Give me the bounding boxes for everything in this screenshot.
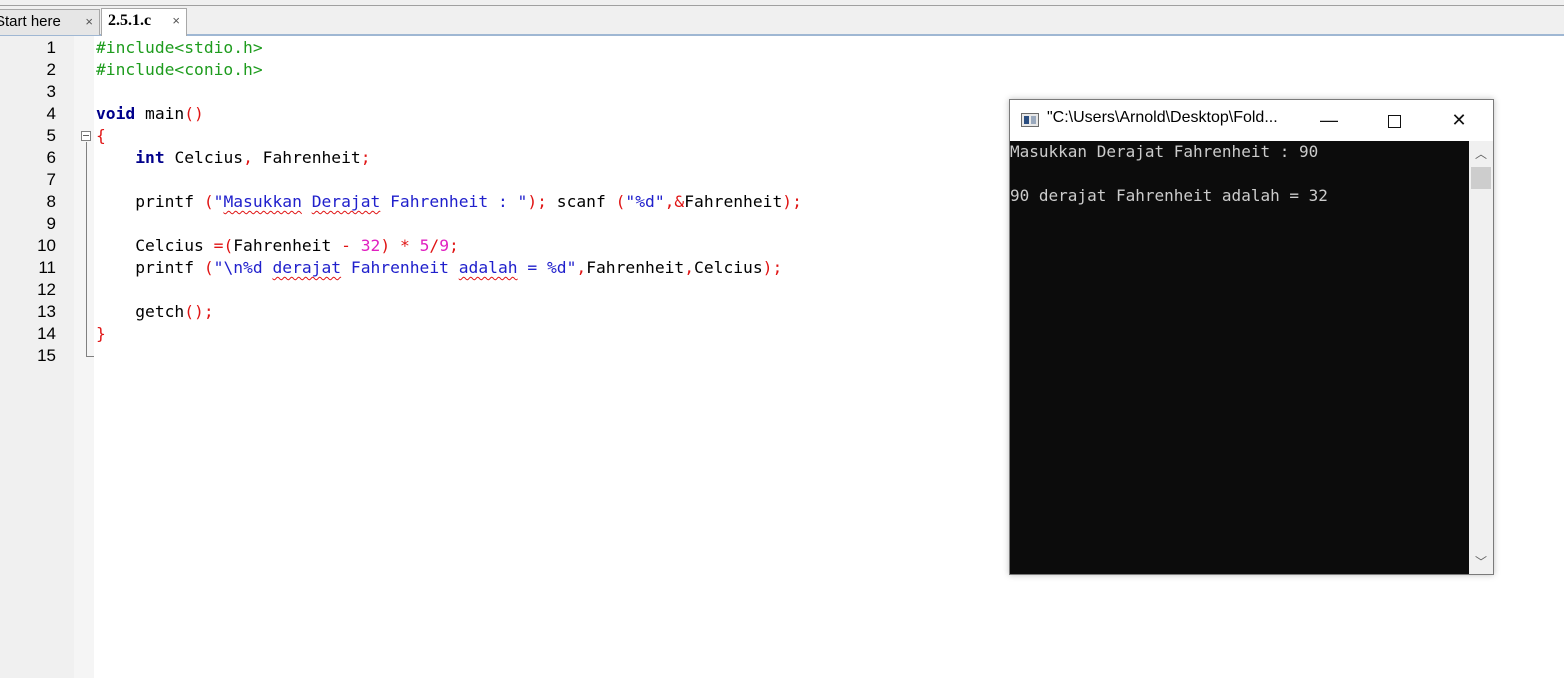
code-line-1: #include<stdio.h> bbox=[96, 38, 263, 57]
line-number: 15 bbox=[37, 346, 56, 365]
line-number: 8 bbox=[46, 192, 56, 211]
console-app-icon[interactable] bbox=[1021, 113, 1039, 127]
maximize-button[interactable] bbox=[1371, 100, 1417, 140]
code-line-4: void main() bbox=[96, 104, 204, 123]
fold-line bbox=[86, 142, 87, 356]
line-number: 13 bbox=[37, 302, 56, 321]
tab-start-here[interactable]: Start here × bbox=[0, 9, 100, 35]
fold-end bbox=[86, 356, 94, 357]
minimize-button[interactable]: — bbox=[1306, 100, 1352, 140]
line-number: 4 bbox=[46, 104, 56, 123]
console-output-line: 90 derajat Fahrenheit adalah = 32 bbox=[1010, 186, 1328, 205]
code-line-5: { bbox=[96, 126, 106, 145]
line-number: 6 bbox=[46, 148, 56, 167]
close-icon[interactable]: × bbox=[172, 9, 180, 33]
line-number: 5 bbox=[46, 126, 56, 145]
chevron-down-icon[interactable]: ﹀ bbox=[1469, 551, 1493, 573]
chevron-up-icon[interactable]: ︿ bbox=[1469, 143, 1493, 165]
close-button[interactable]: ✕ bbox=[1436, 100, 1482, 140]
line-number: 14 bbox=[37, 324, 56, 343]
code-line-2: #include<conio.h> bbox=[96, 60, 263, 79]
line-number: 9 bbox=[46, 214, 56, 233]
line-number: 12 bbox=[37, 280, 56, 299]
code-line-10: Celcius =(Fahrenheit - 32) * 5/9; bbox=[96, 236, 459, 255]
line-number: 7 bbox=[46, 170, 56, 189]
line-number: 3 bbox=[46, 82, 56, 101]
scrollbar-thumb[interactable] bbox=[1471, 167, 1491, 189]
line-number: 10 bbox=[37, 236, 56, 255]
line-number: 2 bbox=[46, 60, 56, 79]
tab-label: 2.5.1.c bbox=[108, 12, 152, 29]
console-title-bar[interactable]: "C:\Users\Arnold\Desktop\Fold... — ✕ bbox=[1010, 100, 1493, 141]
code-line-6: int Celcius, Fahrenheit; bbox=[135, 148, 371, 167]
close-icon[interactable]: × bbox=[85, 10, 93, 34]
tab-bar: Start here × 2.5.1.c × bbox=[0, 6, 1564, 36]
code-line-8: printf ("Masukkan Derajat Fahrenheit : "… bbox=[96, 192, 802, 211]
console-title: "C:\Users\Arnold\Desktop\Fold... bbox=[1047, 109, 1278, 126]
console-output-line: Masukkan Derajat Fahrenheit : 90 bbox=[1010, 142, 1319, 161]
console-scrollbar[interactable]: ︿ ﹀ bbox=[1469, 141, 1493, 574]
line-number: 11 bbox=[38, 258, 56, 277]
code-line-11: printf ("\n%d derajat Fahrenheit adalah … bbox=[96, 258, 783, 277]
tab-2-5-1-c[interactable]: 2.5.1.c × bbox=[101, 8, 187, 36]
tab-label: Start here bbox=[0, 13, 61, 30]
fold-toggle-icon[interactable] bbox=[81, 131, 91, 141]
line-number: 1 bbox=[46, 38, 56, 57]
code-line-13: getch(); bbox=[96, 302, 214, 321]
console-window[interactable]: "C:\Users\Arnold\Desktop\Fold... — ✕ Mas… bbox=[1009, 99, 1494, 575]
code-line-14: } bbox=[96, 324, 106, 343]
maximize-icon bbox=[1387, 114, 1401, 128]
